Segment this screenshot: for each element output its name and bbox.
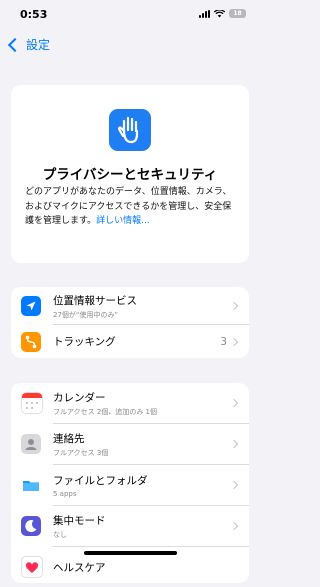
status-icons: 18 (199, 9, 246, 18)
row-tracking[interactable]: トラッキング 3 (11, 325, 249, 358)
home-indicator[interactable] (84, 551, 177, 555)
folder-icon (21, 475, 41, 495)
row-contacts[interactable]: 連絡先 フルアクセス 3個 (11, 424, 249, 464)
row-label: 集中モード (53, 514, 106, 527)
chevron-left-icon (7, 37, 23, 52)
chevron-right-icon (229, 521, 239, 531)
tracking-icon (21, 331, 41, 352)
status-time: 0:53 (20, 8, 48, 21)
row-location-services[interactable]: 位置情報サービス 27個が“使用中のみ” (11, 287, 249, 325)
back-button[interactable]: 設定 (6, 36, 50, 53)
moon-icon (21, 516, 41, 536)
contacts-icon (21, 434, 41, 454)
row-subtitle: 5 apps (53, 489, 77, 498)
status-bar: 0:53 18 (0, 0, 260, 30)
back-label: 設定 (26, 38, 51, 52)
chevron-right-icon (229, 301, 239, 311)
calendar-icon (21, 392, 43, 414)
tracking-count: 3 (220, 335, 227, 348)
cellular-signal-icon (199, 9, 210, 18)
chevron-right-icon (229, 337, 239, 346)
row-subtitle: なし (53, 530, 67, 539)
row-subtitle: 27個が“使用中のみ” (53, 310, 119, 319)
row-subtitle: フルアクセス 3個 (53, 448, 109, 457)
chevron-right-icon (229, 480, 239, 490)
page-title: プライバシーとセキュリティ (42, 167, 218, 183)
heart-icon (21, 556, 43, 578)
location-tracking-group: 位置情報サービス 27個が“使用中のみ” トラッキング 3 (11, 287, 249, 358)
location-arrow-icon (21, 296, 41, 316)
row-focus[interactable]: 集中モード なし (11, 506, 249, 546)
row-label: 位置情報サービス (53, 294, 137, 307)
privacy-header-card: プライバシーとセキュリティ どのアプリがあなたのデータ、位置情報、カメラ、および… (11, 85, 249, 263)
learn-more-link[interactable]: 詳しい情報... (96, 216, 150, 226)
row-calendar[interactable]: カレンダー フルアクセス 2個、追加のみ 1個 (11, 383, 249, 423)
row-subtitle: フルアクセス 2個、追加のみ 1個 (53, 407, 158, 416)
battery-icon: 18 (229, 9, 246, 18)
row-label: ファイルとフォルダ (53, 474, 148, 487)
chevron-right-icon (229, 439, 239, 449)
header-description: どのアプリがあなたのデータ、位置情報、カメラ、およびマイクにアクセスできるかを管… (25, 185, 235, 229)
row-label: 連絡先 (53, 432, 85, 445)
chevron-right-icon (229, 398, 239, 408)
hand-icon (109, 109, 151, 151)
row-files-folders[interactable]: ファイルとフォルダ 5 apps (11, 465, 249, 505)
row-label: カレンダー (53, 391, 106, 404)
wifi-icon (214, 9, 225, 17)
row-label: ヘルスケア (53, 561, 106, 574)
row-label: トラッキング (53, 336, 116, 348)
